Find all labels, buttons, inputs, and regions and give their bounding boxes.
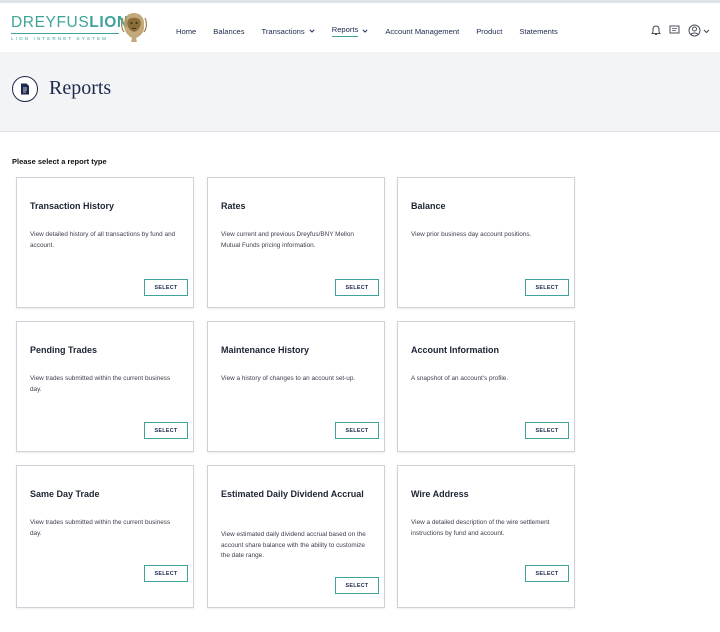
- logo-name-light: DREYFUS: [11, 14, 90, 31]
- nav-item-label: Transactions: [261, 26, 305, 36]
- report-card-description: View detailed history of all transaction…: [30, 231, 176, 249]
- nav-item-reports[interactable]: Reports: [331, 25, 369, 37]
- report-card-title: Transaction History: [30, 201, 115, 211]
- nav-item-label: Home: [176, 26, 197, 36]
- report-card-balance: Balance View prior business day account p…: [397, 177, 575, 308]
- report-card-description: View estimated daily dividend accrual ba…: [221, 531, 366, 559]
- report-card-title: Wire Address: [411, 489, 469, 499]
- nav-item-transactions[interactable]: Transactions: [262, 27, 315, 36]
- report-card-wire-address: Wire Address View a detailed description …: [397, 465, 575, 608]
- chevron-down-icon: [309, 28, 315, 35]
- logo-subtitle: LION INTERNET SYSTEM: [11, 36, 109, 41]
- nav-item-label: Balances: [213, 26, 245, 36]
- nav-item-product[interactable]: Product: [476, 27, 502, 36]
- select-button[interactable]: SELECT: [525, 279, 569, 296]
- select-button[interactable]: SELECT: [144, 565, 188, 582]
- nav-item-label: Reports: [331, 25, 359, 37]
- report-card-estimated-daily-dividend-accrual: Estimated Daily Dividend Accrual View est…: [207, 465, 385, 608]
- report-card-title: Same Day Trade: [30, 489, 100, 499]
- main-nav: Home Balances Transactions Reports Account M…: [176, 24, 575, 38]
- lion-icon: [121, 13, 147, 42]
- top-navigation-bar: DREYFUSLION LION INTERNET SYSTEM Home Bal…: [0, 0, 720, 52]
- nav-item-statements[interactable]: Statements: [519, 27, 557, 36]
- report-card-title: Account Information: [411, 345, 499, 355]
- header-actions: [643, 21, 710, 39]
- select-button[interactable]: SELECT: [144, 422, 188, 439]
- user-icon[interactable]: [688, 21, 710, 39]
- report-card-description: View trades submitted within the current…: [30, 519, 171, 537]
- nav-item-label: Account Management: [385, 26, 460, 36]
- report-card-maintenance-history: Maintenance History View a history of cha…: [207, 321, 385, 452]
- select-button[interactable]: SELECT: [335, 279, 379, 296]
- bell-icon[interactable]: [651, 24, 661, 36]
- report-card-description: View a history of changes to an account …: [221, 375, 356, 382]
- report-card-title: Pending Trades: [30, 345, 98, 355]
- select-button[interactable]: SELECT: [335, 422, 379, 439]
- report-card-description: View trades submitted within the current…: [30, 375, 171, 393]
- logo-wordmark: DREYFUSLION: [11, 14, 129, 32]
- report-card-same-day-trade: Same Day Trade View trades submitted with…: [16, 465, 194, 608]
- report-card-account-information: Account Information A snapshot of an acco…: [397, 321, 575, 452]
- document-icon: [12, 76, 38, 102]
- report-card-rates: Rates View current and previous Dreyfus/B…: [207, 177, 385, 308]
- nav-item-account-management[interactable]: Account Management: [385, 27, 459, 36]
- report-card-pending-trades: Pending Trades View trades submitted with…: [16, 321, 194, 452]
- nav-item-balances[interactable]: Balances: [213, 27, 244, 36]
- nav-item-label: Statements: [519, 26, 558, 36]
- chevron-down-icon[interactable]: [703, 21, 710, 39]
- select-button[interactable]: SELECT: [525, 565, 569, 582]
- select-button[interactable]: SELECT: [525, 422, 569, 439]
- report-card-description: View prior business day account position…: [411, 231, 532, 238]
- report-card-transaction-history: Transaction History View detailed history…: [16, 177, 194, 308]
- report-card-title: Balance: [411, 201, 446, 211]
- select-button[interactable]: SELECT: [335, 577, 379, 594]
- chevron-down-icon: [362, 28, 368, 35]
- logo-divider: [11, 33, 119, 34]
- report-card-title: Maintenance History: [221, 345, 310, 355]
- report-card-description: View a detailed description of the wire …: [411, 519, 550, 537]
- report-card-title: Rates: [221, 201, 246, 211]
- page-title: Reports: [49, 77, 112, 99]
- report-card-description: View current and previous Dreyfus/BNY Me…: [221, 231, 354, 249]
- nav-item-home[interactable]: Home: [176, 27, 196, 36]
- report-card-title: Estimated Daily Dividend Accrual: [221, 489, 364, 499]
- select-button[interactable]: SELECT: [144, 279, 188, 296]
- message-icon[interactable]: [669, 25, 680, 35]
- dreyfus-lion-logo[interactable]: DREYFUSLION LION INTERNET SYSTEM: [11, 9, 151, 47]
- report-card-description: A snapshot of an account's profile.: [411, 375, 509, 382]
- nav-item-label: Product: [476, 26, 503, 36]
- report-type-prompt: Please select a report type: [12, 157, 107, 166]
